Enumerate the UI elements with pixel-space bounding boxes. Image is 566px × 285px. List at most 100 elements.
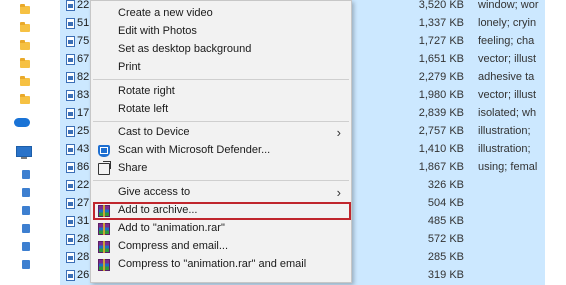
file-size: 2,839 KB <box>418 107 464 119</box>
share-icon <box>98 163 110 175</box>
menu-item-add-to-rar[interactable]: Add to "animation.rar" <box>91 220 351 238</box>
file-tags: adhesive ta <box>478 71 535 83</box>
menu-item-create-video[interactable]: Create a new video <box>91 5 351 23</box>
folder-icon[interactable] <box>20 58 30 68</box>
file-size: 485 KB <box>427 215 464 227</box>
menu-item-compress-to-rar-email[interactable]: Compress to "animation.rar" and email <box>91 256 351 274</box>
file-tags: lonely; cryin <box>478 17 537 29</box>
documents-icon[interactable] <box>22 188 30 197</box>
file-tags: illustration; <box>478 125 531 137</box>
submenu-arrow-icon: › <box>336 125 341 140</box>
menu-separator <box>93 180 349 181</box>
image-file-icon <box>66 162 75 173</box>
this-pc-icon[interactable] <box>16 146 32 159</box>
menu-item-label: Set as desktop background <box>118 43 252 55</box>
menu-separator <box>93 79 349 80</box>
file-name: 28 <box>77 251 90 263</box>
videos-icon[interactable] <box>22 260 30 269</box>
menu-item-label: Share <box>118 162 148 174</box>
file-name: 22 <box>77 179 90 191</box>
menu-item-set-desktop-background[interactable]: Set as desktop background <box>91 41 351 59</box>
menu-item-label: Give access to <box>118 186 191 198</box>
file-size: 504 KB <box>427 197 464 209</box>
folder-icon[interactable] <box>20 4 30 14</box>
image-file-icon <box>66 198 75 209</box>
file-size: 1,867 KB <box>418 161 464 173</box>
file-size: 1,651 KB <box>418 53 464 65</box>
folder-icon[interactable] <box>20 76 30 86</box>
downloads-icon[interactable] <box>22 206 30 215</box>
file-size: 2,279 KB <box>418 71 464 83</box>
menu-item-label: Print <box>118 61 141 73</box>
file-size: 326 KB <box>427 179 464 191</box>
music-icon[interactable] <box>22 224 30 233</box>
file-name: 22 <box>77 0 90 11</box>
file-tags: using; femal <box>478 161 538 173</box>
onedrive-icon[interactable] <box>14 118 30 127</box>
file-name: 51 <box>77 17 90 29</box>
image-file-icon <box>66 252 75 263</box>
list-edge <box>545 0 566 283</box>
winrar-icon <box>98 223 110 235</box>
menu-item-label: Rotate right <box>118 85 175 97</box>
file-name: 86 <box>77 161 90 173</box>
menu-item-label: Edit with Photos <box>118 25 197 37</box>
file-tags: illustration; <box>478 143 531 155</box>
file-size: 1,410 KB <box>418 143 464 155</box>
winrar-icon <box>98 259 110 271</box>
submenu-arrow-icon: › <box>336 185 341 200</box>
pictures-icon[interactable] <box>22 242 30 251</box>
defender-shield-icon <box>98 145 110 157</box>
image-file-icon <box>66 36 75 47</box>
menu-item-edit-with-photos[interactable]: Edit with Photos <box>91 23 351 41</box>
file-tags: isolated; wh <box>478 107 537 119</box>
navigation-pane <box>0 0 61 283</box>
menu-item-share[interactable]: Share <box>91 160 351 178</box>
menu-item-print[interactable]: Print <box>91 59 351 77</box>
menu-item-label: Cast to Device <box>118 126 190 138</box>
menu-item-label: Compress and email... <box>118 240 229 252</box>
file-size: 1,980 KB <box>418 89 464 101</box>
image-file-icon <box>66 126 75 137</box>
file-name: 17 <box>77 107 90 119</box>
file-size: 2,757 KB <box>418 125 464 137</box>
file-size: 572 KB <box>427 233 464 245</box>
file-tags: feeling; cha <box>478 35 535 47</box>
image-file-icon <box>66 108 75 119</box>
folder-icon[interactable] <box>20 22 30 32</box>
file-name: 31 <box>77 215 90 227</box>
file-tags: vector; illust <box>478 53 537 65</box>
menu-item-label: Rotate left <box>118 103 169 115</box>
image-file-icon <box>66 0 75 11</box>
menu-item-label: Add to "animation.rar" <box>118 222 225 234</box>
image-file-icon <box>66 72 75 83</box>
image-file-icon <box>66 270 75 281</box>
highlight-box <box>93 202 351 220</box>
file-name: 83 <box>77 89 90 101</box>
file-name: 28 <box>77 233 90 245</box>
file-size: 1,727 KB <box>418 35 464 47</box>
menu-item-rotate-left[interactable]: Rotate left <box>91 101 351 119</box>
menu-item-scan-defender[interactable]: Scan with Microsoft Defender... <box>91 142 351 160</box>
file-name: 25 <box>77 125 90 137</box>
winrar-icon <box>98 241 110 253</box>
menu-item-compress-email[interactable]: Compress and email... <box>91 238 351 256</box>
image-file-icon <box>66 180 75 191</box>
file-size: 319 KB <box>427 269 464 281</box>
folder-icon[interactable] <box>20 40 30 50</box>
file-tags: vector; illust <box>478 89 537 101</box>
folder-icon[interactable] <box>20 94 30 104</box>
file-name: 43 <box>77 143 90 155</box>
file-name: 67 <box>77 53 90 65</box>
file-name: 26 <box>77 269 90 281</box>
desktop-icon[interactable] <box>22 170 30 179</box>
file-size: 3,520 KB <box>418 0 464 11</box>
image-file-icon <box>66 90 75 101</box>
menu-item-label: Compress to "animation.rar" and email <box>118 258 307 270</box>
menu-item-give-access[interactable]: Give access to › <box>91 184 351 202</box>
image-file-icon <box>66 234 75 245</box>
file-size: 285 KB <box>427 251 464 263</box>
menu-item-rotate-right[interactable]: Rotate right <box>91 83 351 101</box>
image-file-icon <box>66 18 75 29</box>
menu-item-cast-to-device[interactable]: Cast to Device › <box>91 124 351 142</box>
